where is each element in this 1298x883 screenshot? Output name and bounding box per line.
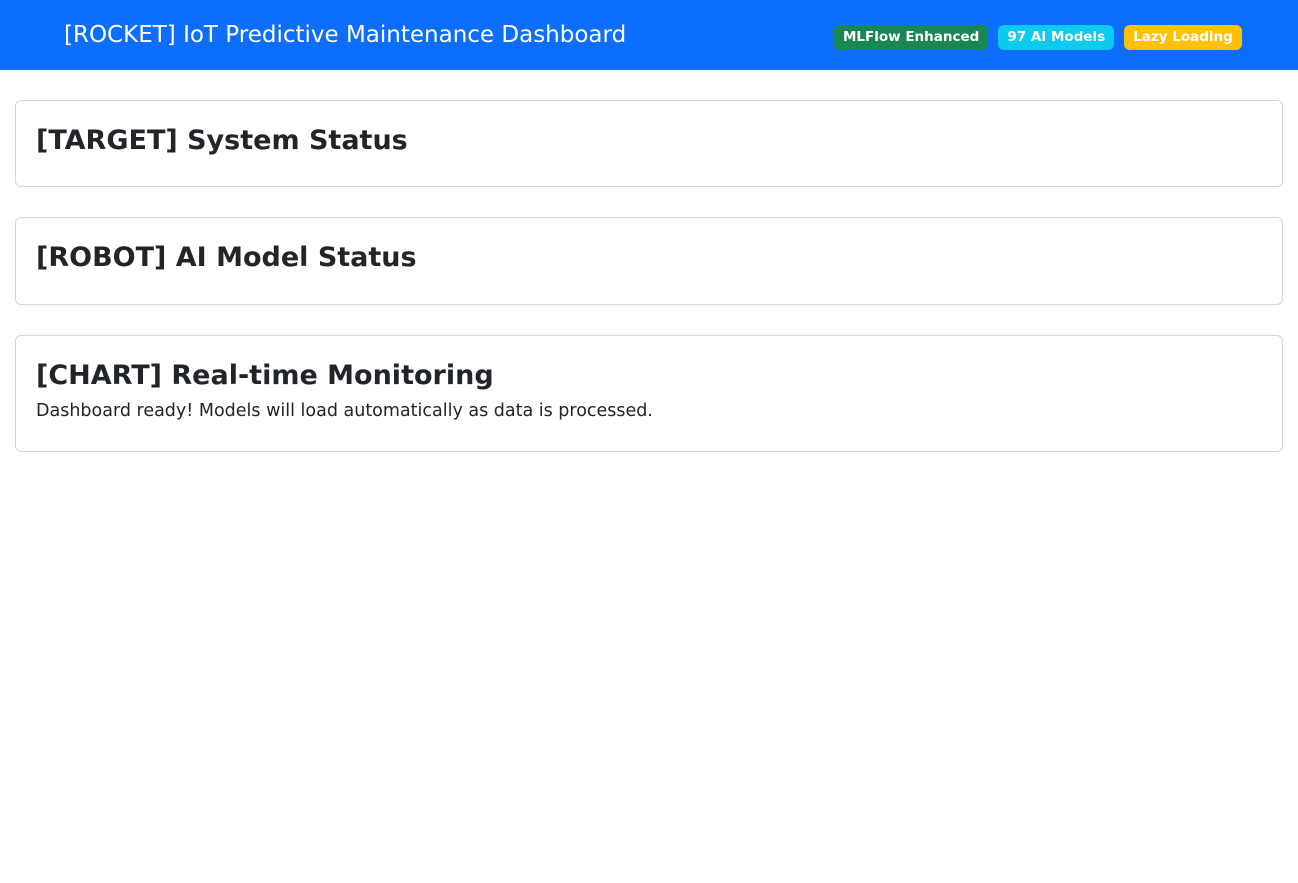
main-content: [TARGET] System Status [ROBOT] AI Model …: [15, 100, 1283, 482]
mlflow-badge: MLFlow Enhanced: [834, 25, 989, 50]
system-status-title: [TARGET] System Status: [36, 125, 408, 156]
monitoring-card: [CHART] Real-time Monitoring Dashboard r…: [15, 335, 1283, 452]
model-status-title: [ROBOT] AI Model Status: [36, 242, 417, 273]
monitoring-title: [CHART] Real-time Monitoring: [36, 360, 494, 391]
lazy-loading-badge: Lazy Loading: [1124, 25, 1242, 50]
ai-models-badge: 97 AI Models: [998, 25, 1115, 50]
status-badges: MLFlow Enhanced 97 AI Models Lazy Loadin…: [834, 25, 1242, 50]
top-navbar: [ROCKET] IoT Predictive Maintenance Dash…: [0, 0, 1298, 70]
system-status-card: [TARGET] System Status: [15, 100, 1283, 187]
model-status-card: [ROBOT] AI Model Status: [15, 217, 1283, 305]
monitoring-message: Dashboard ready! Models will load automa…: [36, 401, 653, 421]
dashboard-title[interactable]: [ROCKET] IoT Predictive Maintenance Dash…: [64, 0, 626, 70]
